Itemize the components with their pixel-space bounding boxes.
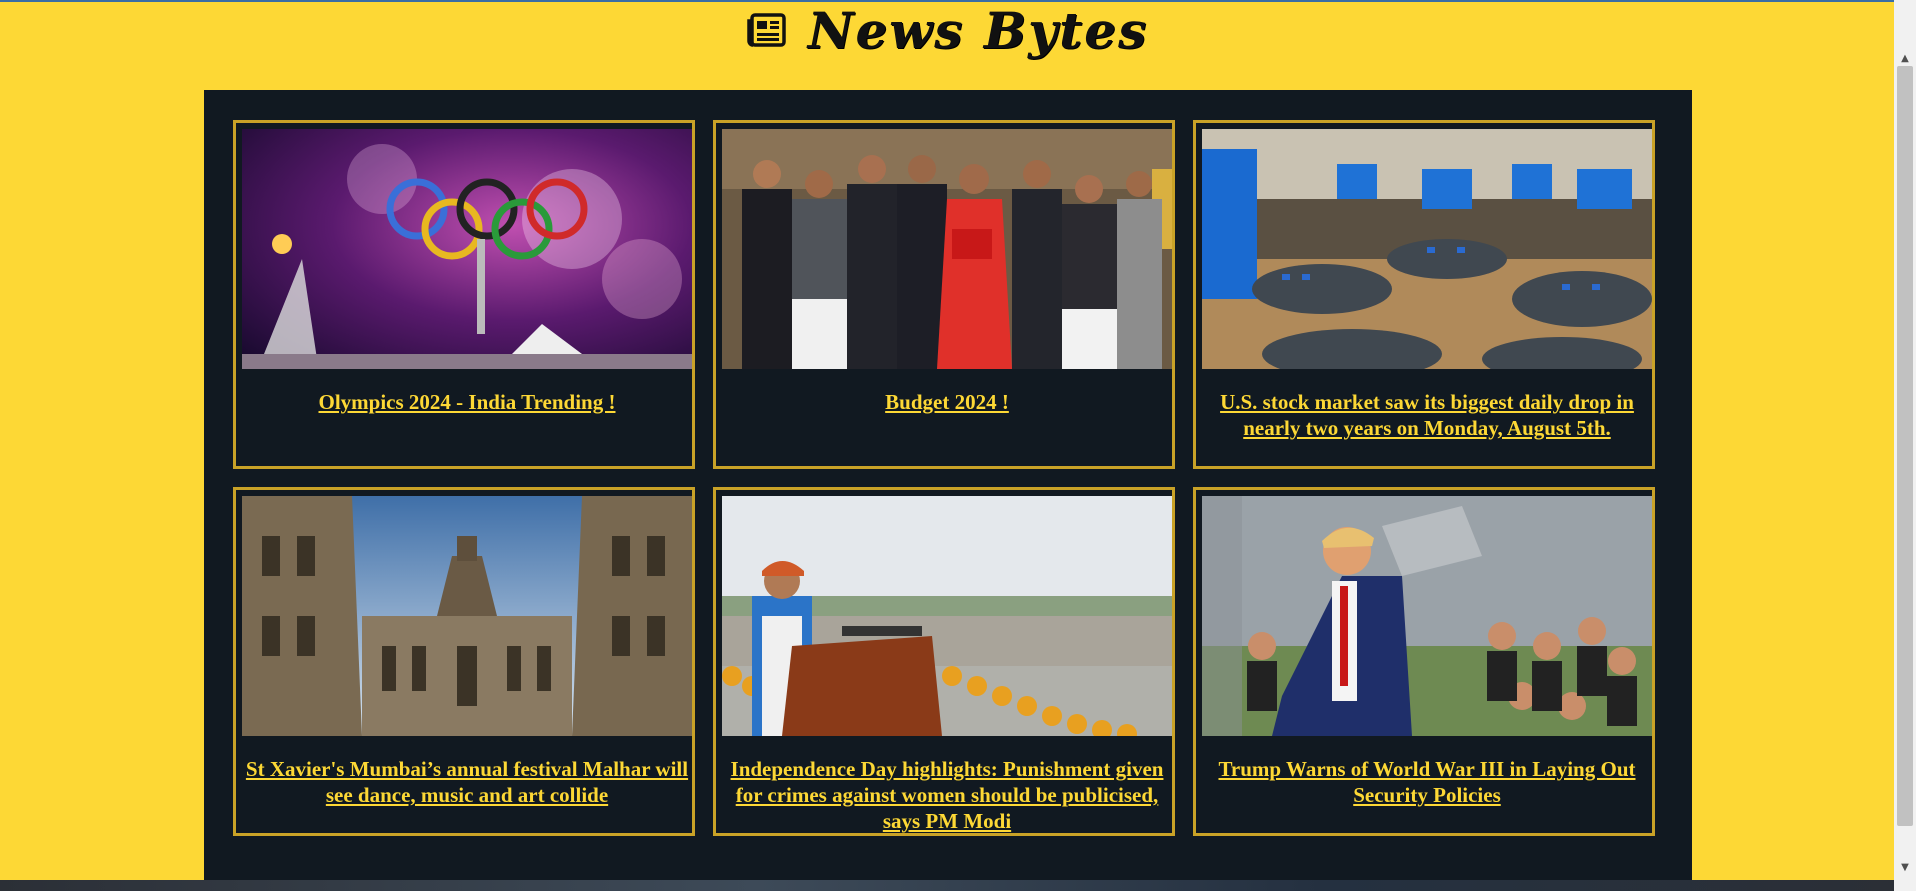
site-title: News Bytes xyxy=(807,0,1149,60)
trump-rally-image[interactable] xyxy=(1202,496,1652,736)
college-building-image[interactable] xyxy=(242,496,692,736)
article-link[interactable]: U.S. stock market saw its biggest daily … xyxy=(1202,389,1652,441)
pm-speech-image[interactable] xyxy=(722,496,1172,736)
article-link[interactable]: Independence Day highlights: Punishment … xyxy=(722,756,1172,834)
taskbar-edge xyxy=(0,880,1894,891)
scroll-up-arrow-icon[interactable]: ▲ xyxy=(1894,48,1916,68)
news-card[interactable]: Independence Day highlights: Punishment … xyxy=(713,487,1175,836)
budget-officials-image[interactable] xyxy=(722,129,1172,369)
news-card[interactable]: Trump Warns of World War III in Laying O… xyxy=(1193,487,1655,836)
brand: News Bytes xyxy=(746,1,1148,60)
article-link[interactable]: Budget 2024 ! xyxy=(722,389,1172,415)
scroll-down-arrow-icon[interactable]: ▼ xyxy=(1894,857,1916,877)
article-link[interactable]: St Xavier's Mumbai’s annual festival Mal… xyxy=(242,756,692,808)
scrollbar-thumb[interactable] xyxy=(1897,66,1913,826)
news-card[interactable]: U.S. stock market saw its biggest daily … xyxy=(1193,120,1655,469)
article-link[interactable]: Olympics 2024 - India Trending ! xyxy=(242,389,692,415)
news-card[interactable]: Olympics 2024 - India Trending ! xyxy=(233,120,695,469)
news-panel: Olympics 2024 - India Trending ! Budget … xyxy=(204,90,1692,891)
news-card[interactable]: Budget 2024 ! xyxy=(713,120,1175,469)
article-link[interactable]: Trump Warns of World War III in Laying O… xyxy=(1202,756,1652,808)
newspaper-icon xyxy=(746,13,786,47)
olympics-fireworks-image[interactable] xyxy=(242,129,692,369)
site-header: News Bytes xyxy=(0,0,1894,90)
stock-exchange-floor-image[interactable] xyxy=(1202,129,1652,369)
vertical-scrollbar[interactable]: ▲ ▼ xyxy=(1894,0,1916,891)
news-card[interactable]: St Xavier's Mumbai’s annual festival Mal… xyxy=(233,487,695,836)
